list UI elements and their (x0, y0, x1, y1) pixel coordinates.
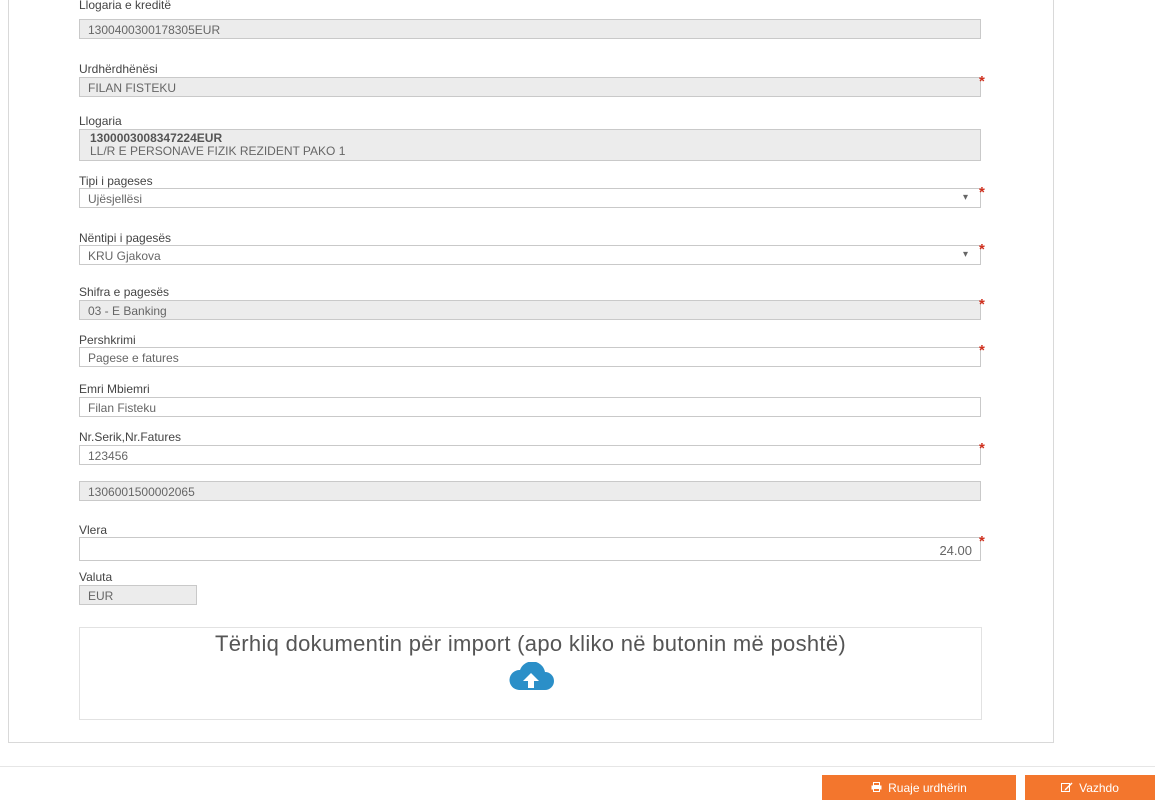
account-name: LL/R E PERSONAVE FIZIK REZIDENT PAKO 1 (90, 144, 346, 158)
credit-account-field: 1300400300178305EUR (79, 19, 981, 39)
payment-code-field: 03 - E Banking (79, 300, 981, 320)
footer-divider (0, 766, 1155, 767)
account-field[interactable]: 1300003008347224EUR LL/R E PERSONAVE FIZ… (79, 129, 981, 161)
chevron-down-icon[interactable]: ▾ (963, 249, 968, 260)
description-input[interactable]: Pagese e fatures (79, 347, 981, 367)
credit-account-label: Llogaria e kreditë (79, 0, 172, 12)
full-name-input[interactable]: Filan Fisteku (79, 397, 981, 417)
save-order-button[interactable]: Ruaje urdhërin (822, 775, 1016, 800)
edit-icon (1061, 781, 1073, 795)
full-name-label: Emri Mbiemri (79, 382, 150, 396)
required-marker: * (979, 440, 985, 457)
payment-subtype-select[interactable]: KRU Gjakova ▾ (79, 245, 981, 265)
amount-input[interactable]: 24.00 (79, 537, 981, 561)
currency-field: EUR (79, 585, 197, 605)
continue-label: Vazhdo (1079, 780, 1119, 795)
account-label: Llogaria (79, 114, 122, 128)
required-marker: * (979, 241, 985, 258)
reference-field: 1306001500002065 (79, 481, 981, 501)
description-label: Pershkrimi (79, 333, 136, 347)
payment-subtype-value: KRU Gjakova (88, 249, 161, 263)
continue-button[interactable]: Vazhdo (1025, 775, 1155, 800)
document-dropzone[interactable]: Tërhiq dokumentin për import (apo kliko … (79, 627, 982, 720)
required-marker: * (979, 296, 985, 313)
chevron-down-icon[interactable]: ▾ (963, 192, 968, 203)
payment-type-select[interactable]: Ujësjellësi ▾ (79, 188, 981, 208)
required-marker: * (979, 184, 985, 201)
printer-icon (871, 781, 882, 795)
payment-subtype-label: Nëntipi i pagesës (79, 231, 172, 245)
save-order-label: Ruaje urdhërin (888, 780, 967, 795)
dropzone-text: Tërhiq dokumentin për import (apo kliko … (215, 631, 846, 656)
required-marker: * (979, 73, 985, 90)
orderer-field: FILAN FISTEKU (79, 77, 981, 97)
required-marker: * (979, 342, 985, 359)
payment-code-label: Shifra e pagesës (79, 285, 170, 299)
invoice-serial-input[interactable]: 123456 (79, 445, 981, 465)
required-marker: * (979, 533, 985, 550)
payment-type-value: Ujësjellësi (88, 192, 143, 206)
cloud-upload-icon[interactable] (507, 661, 555, 697)
payment-type-label: Tipi i pageses (79, 174, 153, 188)
orderer-label: Urdhërdhënësi (79, 62, 158, 76)
amount-label: Vlera (79, 523, 108, 537)
invoice-serial-label: Nr.Serik,Nr.Fatures (79, 430, 182, 444)
currency-label: Valuta (79, 570, 113, 584)
payment-form-panel: Llogaria e kreditë 1300400300178305EUR U… (8, 0, 1054, 743)
